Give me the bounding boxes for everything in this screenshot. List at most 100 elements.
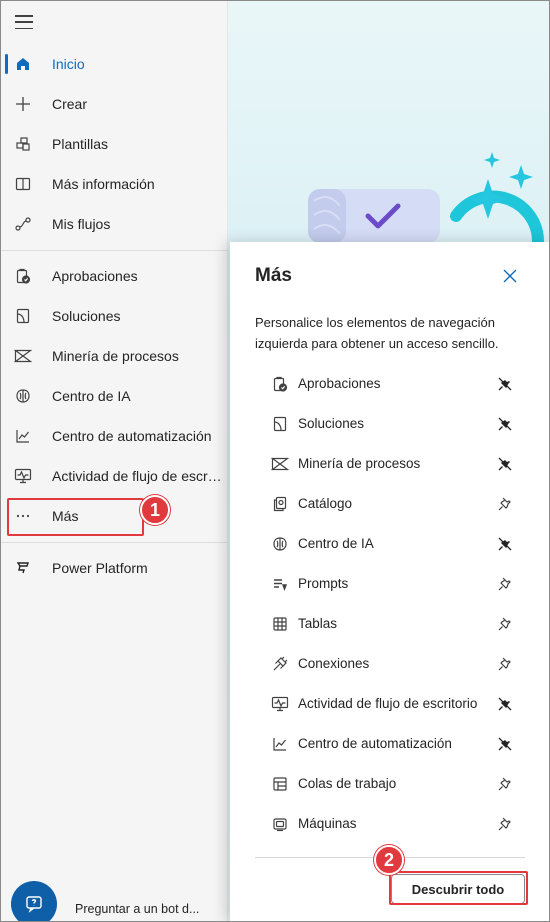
nav-item-label: Aprobaciones xyxy=(52,268,138,284)
solutions-icon xyxy=(13,306,33,326)
panel-item-catalogo[interactable]: Catálogo xyxy=(230,484,549,524)
machines-icon xyxy=(271,815,289,833)
nav-item-label: Más información xyxy=(52,176,155,192)
active-indicator xyxy=(5,54,8,74)
pin-icon[interactable] xyxy=(496,495,514,513)
app-window: Inicio Crear Plantillas Más información xyxy=(0,0,550,922)
panel-item-colas-de-trabajo[interactable]: Colas de trabajo xyxy=(230,764,549,804)
nav-item-plantillas[interactable]: Plantillas xyxy=(1,124,228,164)
work-queue-icon xyxy=(271,775,289,793)
pin-icon[interactable] xyxy=(496,775,514,793)
approvals-icon xyxy=(13,266,33,286)
panel-item-label: Colas de trabajo xyxy=(298,776,397,791)
nav-item-label: Centro de IA xyxy=(52,388,131,404)
nav-item-power-platform[interactable]: Power Platform xyxy=(1,548,228,588)
chart-icon xyxy=(13,426,33,446)
panel-item-mineria-de-procesos[interactable]: Minería de procesos xyxy=(230,444,549,484)
prompts-icon xyxy=(271,575,289,593)
nav-item-mas-informacion[interactable]: Más información xyxy=(1,164,228,204)
panel-item-conexiones[interactable]: Conexiones xyxy=(230,644,549,684)
desktop-activity-icon xyxy=(13,466,33,486)
nav-item-label: Soluciones xyxy=(52,308,121,324)
nav-item-label: Mis flujos xyxy=(52,216,111,232)
panel-item-centro-de-automatizacion[interactable]: Centro de automatización xyxy=(230,724,549,764)
power-platform-icon xyxy=(13,558,33,578)
nav-item-label: Actividad de flujo de escritorio xyxy=(52,468,224,484)
close-button[interactable] xyxy=(500,266,520,286)
unpin-icon[interactable] xyxy=(496,415,514,433)
panel-item-actividad-flujo-escritorio[interactable]: Actividad de flujo de escritorio xyxy=(230,684,549,724)
process-mining-icon xyxy=(13,346,33,366)
process-mining-icon xyxy=(271,455,289,473)
ask-bot-label[interactable]: Preguntar a un bot d... xyxy=(75,902,199,916)
panel-item-aprobaciones[interactable]: Aprobaciones xyxy=(230,364,549,404)
unpin-icon[interactable] xyxy=(496,735,514,753)
annotation-highlight-mas xyxy=(7,498,144,536)
unpin-icon[interactable] xyxy=(496,535,514,553)
annotation-badge-1: 1 xyxy=(140,495,170,525)
ask-bot-button[interactable] xyxy=(11,881,57,921)
panel-item-label: Prompts xyxy=(298,576,349,591)
panel-item-label: Actividad de flujo de escritorio xyxy=(298,696,478,711)
nav-item-soluciones[interactable]: Soluciones xyxy=(1,296,228,336)
desktop-activity-icon xyxy=(271,695,289,713)
annotation-badge-2: 2 xyxy=(374,845,404,875)
panel-item-label: Soluciones xyxy=(298,416,365,431)
ai-hub-icon xyxy=(13,386,33,406)
nav-item-crear[interactable]: Crear xyxy=(1,84,228,124)
nav-item-label: Centro de automatización xyxy=(52,428,212,444)
nav-item-centro-de-automatizacion[interactable]: Centro de automatización xyxy=(1,416,228,456)
panel-item-label: Conexiones xyxy=(298,656,370,671)
flow-icon xyxy=(13,214,33,234)
nav-item-mis-flujos[interactable]: Mis flujos xyxy=(1,204,228,244)
pin-icon[interactable] xyxy=(496,815,514,833)
nav-item-label: Power Platform xyxy=(52,560,148,576)
nav-item-actividad-flujo-escritorio[interactable]: Actividad de flujo de escritorio xyxy=(1,456,228,496)
panel-item-label: Centro de automatización xyxy=(298,736,452,751)
nav-item-label: Inicio xyxy=(52,56,85,72)
solutions-icon xyxy=(271,415,289,433)
templates-icon xyxy=(13,134,33,154)
chart-icon xyxy=(271,735,289,753)
panel-item-soluciones[interactable]: Soluciones xyxy=(230,404,549,444)
panel-item-label: Minería de procesos xyxy=(298,456,421,471)
bot-area: Preguntar a un bot d... xyxy=(1,871,228,921)
pin-icon[interactable] xyxy=(496,575,514,593)
approvals-icon xyxy=(271,375,289,393)
book-icon xyxy=(13,174,33,194)
panel-item-label: Centro de IA xyxy=(298,536,374,551)
pin-icon[interactable] xyxy=(496,615,514,633)
panel-title: Más xyxy=(255,265,292,286)
left-navigation: Inicio Crear Plantillas Más información xyxy=(1,1,228,921)
annotation-highlight-discover xyxy=(389,871,528,905)
nav-item-label: Plantillas xyxy=(52,136,109,152)
ai-hub-icon xyxy=(271,535,289,553)
close-icon xyxy=(503,269,517,283)
panel-description: Personalice los elementos de navegación … xyxy=(255,315,499,351)
hero-illustration xyxy=(308,152,544,247)
nav-item-inicio[interactable]: Inicio xyxy=(1,44,228,84)
nav-item-label: Minería de procesos xyxy=(52,348,179,364)
connections-icon xyxy=(271,655,289,673)
unpin-icon[interactable] xyxy=(496,455,514,473)
nav-item-centro-de-ia[interactable]: Centro de IA xyxy=(1,376,228,416)
unpin-icon[interactable] xyxy=(496,375,514,393)
hamburger-menu-icon[interactable] xyxy=(15,14,33,30)
mas-panel: Más Personalice los elementos de navegac… xyxy=(230,242,549,921)
plus-icon xyxy=(13,94,33,114)
panel-item-label: Máquinas xyxy=(298,816,357,831)
nav-divider xyxy=(1,542,228,543)
panel-item-prompts[interactable]: Prompts xyxy=(230,564,549,604)
pin-icon[interactable] xyxy=(496,655,514,673)
nav-item-label: Crear xyxy=(52,96,88,112)
panel-item-label: Tablas xyxy=(298,616,338,631)
table-icon xyxy=(271,615,289,633)
panel-item-label: Catálogo xyxy=(298,496,353,511)
nav-item-aprobaciones[interactable]: Aprobaciones xyxy=(1,256,228,296)
nav-divider xyxy=(1,250,228,251)
nav-item-mineria-de-procesos[interactable]: Minería de procesos xyxy=(1,336,228,376)
panel-item-tablas[interactable]: Tablas xyxy=(230,604,549,644)
panel-item-maquinas[interactable]: Máquinas xyxy=(230,804,549,844)
unpin-icon[interactable] xyxy=(496,695,514,713)
panel-item-centro-de-ia[interactable]: Centro de IA xyxy=(230,524,549,564)
